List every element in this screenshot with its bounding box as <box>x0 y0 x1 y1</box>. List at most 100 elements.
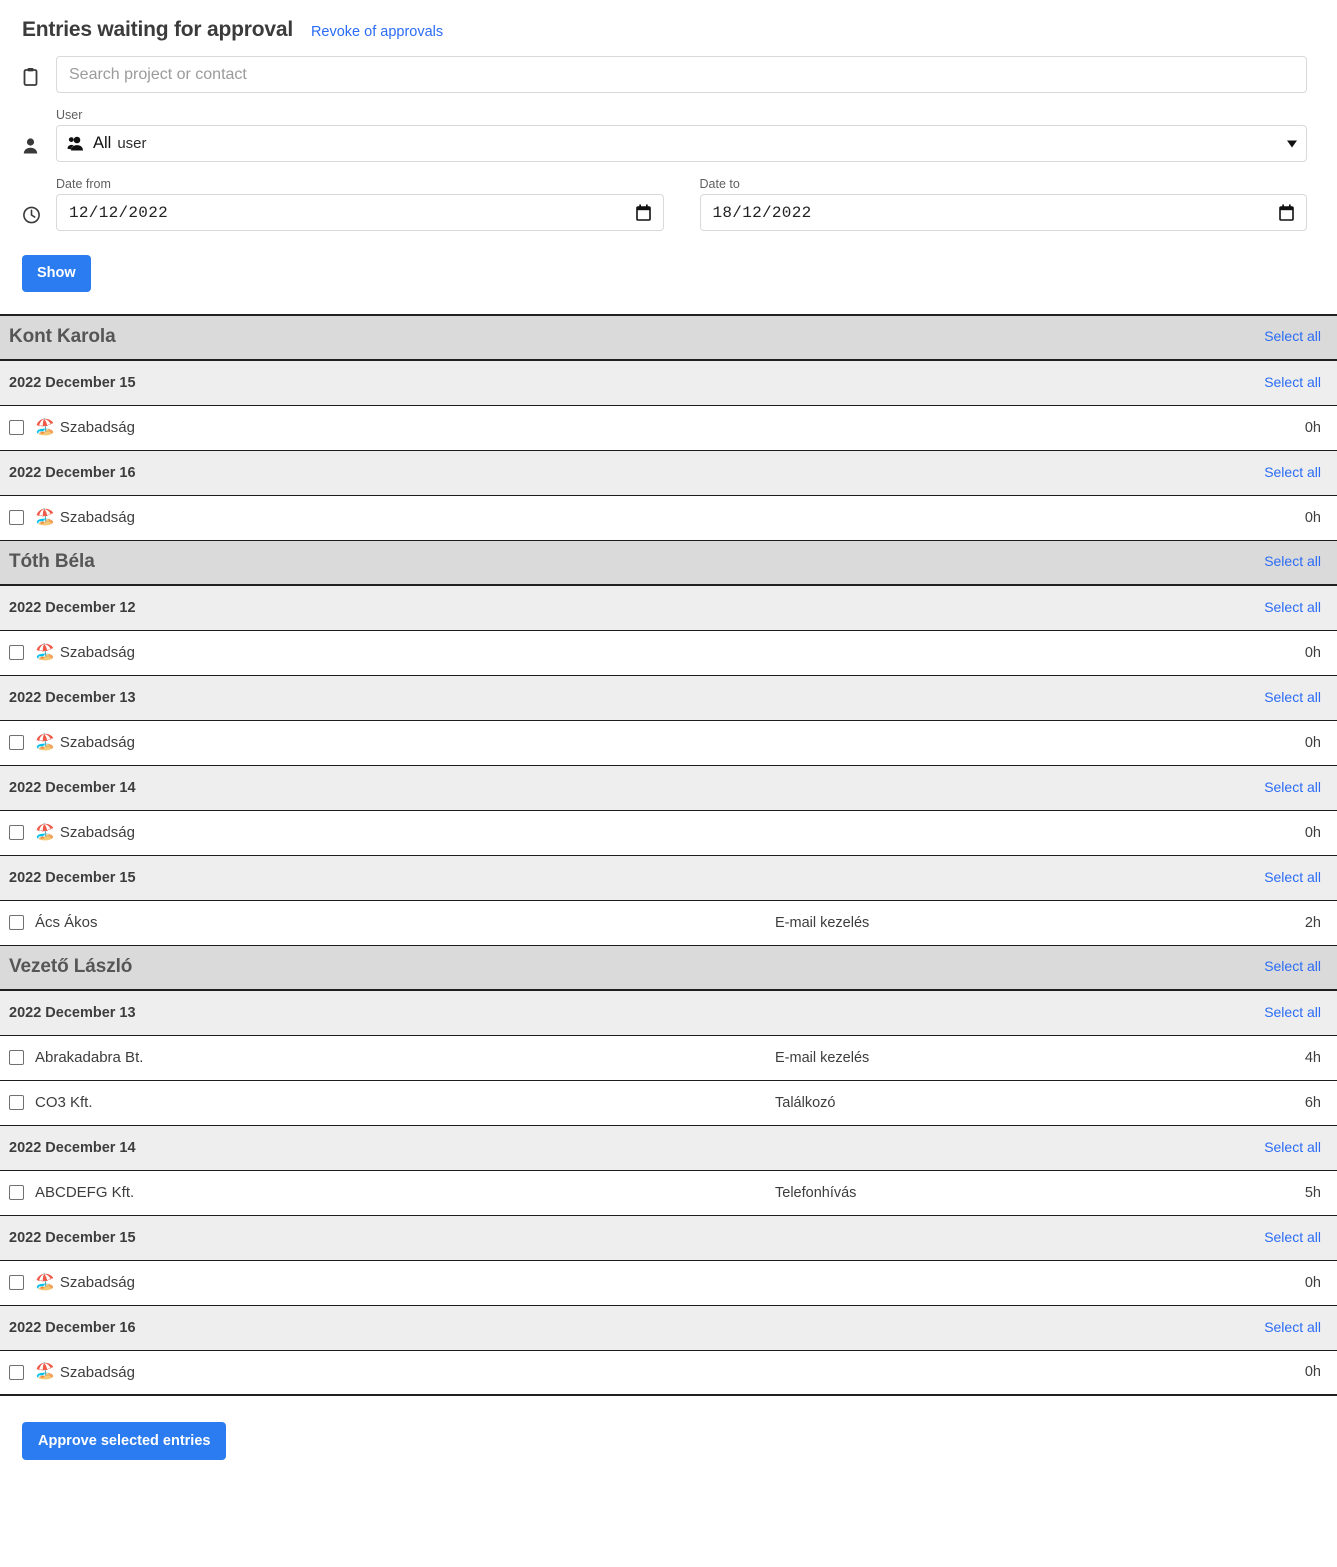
date-from-input[interactable]: 12/12/2022 <box>56 194 664 231</box>
entry-hours: 6h <box>1304 1094 1321 1111</box>
entry-name: ABCDEFG Kft. <box>35 1184 135 1201</box>
date-group-actions: Select all <box>1137 1229 1337 1247</box>
entry-checkbox[interactable] <box>9 420 24 435</box>
entry-row: 🏖️ Szabadság 0h <box>0 405 1337 451</box>
select-all-date-link[interactable]: Select all <box>1264 869 1321 885</box>
entry-name: CO3 Kft. <box>35 1094 93 1111</box>
entry-task-cell: E-mail kezelés <box>775 914 1137 932</box>
user-field-label: User <box>56 108 83 122</box>
approve-selected-entries-button[interactable]: Approve selected entries <box>22 1421 227 1460</box>
select-all-date-link[interactable]: Select all <box>1264 1004 1321 1020</box>
group-user-icon <box>67 135 86 152</box>
entry-row: 🏖️ Szabadság 0h <box>0 810 1337 856</box>
date-group-header: 2022 December 13 Select all <box>0 675 1337 721</box>
entry-checkbox[interactable] <box>9 510 24 525</box>
date-group-header: 2022 December 15 Select all <box>0 1215 1337 1261</box>
select-all-date-link[interactable]: Select all <box>1264 1139 1321 1155</box>
entry-hours-cell: 0h <box>1137 824 1337 842</box>
entry-hours-cell: 0h <box>1137 1274 1337 1292</box>
date-group-label-cell: 2022 December 15 <box>0 1230 775 1246</box>
select-all-date-link[interactable]: Select all <box>1264 599 1321 615</box>
search-input[interactable] <box>56 56 1307 93</box>
select-all-user-link[interactable]: Select all <box>1264 958 1321 974</box>
date-group-label: 2022 December 12 <box>9 599 136 616</box>
entry-checkbox[interactable] <box>9 735 24 750</box>
entry-checkbox[interactable] <box>9 1185 24 1200</box>
entry-hours: 4h <box>1304 1049 1321 1066</box>
date-group-label: 2022 December 15 <box>9 374 136 391</box>
entry-row: 🏖️ Szabadság 0h <box>0 1350 1337 1396</box>
entry-row: CO3 Kft. Találkozó 6h <box>0 1080 1337 1126</box>
date-group-label: 2022 December 14 <box>9 779 136 796</box>
search-filter-row <box>22 56 1307 93</box>
select-all-user-link[interactable]: Select all <box>1264 553 1321 569</box>
select-all-date-link[interactable]: Select all <box>1264 689 1321 705</box>
entry-checkbox[interactable] <box>9 1050 24 1065</box>
user-group-name-cell: Tóth Béla <box>0 551 775 573</box>
entry-row: Abrakadabra Bt. E-mail kezelés 4h <box>0 1035 1337 1081</box>
entry-name-cell: 🏖️ Szabadság <box>0 734 775 751</box>
select-all-date-link[interactable]: Select all <box>1264 1319 1321 1335</box>
select-all-date-link[interactable]: Select all <box>1264 464 1321 480</box>
entry-name-cell: ABCDEFG Kft. <box>0 1184 775 1201</box>
entry-checkbox[interactable] <box>9 825 24 840</box>
select-all-date-link[interactable]: Select all <box>1264 374 1321 390</box>
beach-umbrella-icon: 🏖️ <box>35 1363 55 1380</box>
entry-checkbox[interactable] <box>9 915 24 930</box>
entry-hours: 0h <box>1304 419 1321 436</box>
page-footer: Approve selected entries <box>0 1396 1337 1460</box>
date-group-label: 2022 December 16 <box>9 464 136 481</box>
beach-umbrella-icon: 🏖️ <box>35 643 55 661</box>
entry-name: Szabadság <box>59 1274 135 1291</box>
clock-icon <box>22 205 56 231</box>
entry-task-cell: Telefonhívás <box>775 1184 1137 1202</box>
entry-checkbox[interactable] <box>9 645 24 660</box>
entry-hours: 0h <box>1304 509 1321 526</box>
entry-checkbox[interactable] <box>9 1364 24 1380</box>
revoke-of-approvals-link[interactable]: Revoke of approvals <box>311 24 443 40</box>
entry-hours: 0h <box>1304 734 1321 751</box>
show-button[interactable]: Show <box>22 255 91 292</box>
select-all-user-link[interactable]: Select all <box>1264 328 1321 344</box>
date-group-actions: Select all <box>1137 1319 1337 1337</box>
date-group-label-cell: 2022 December 13 <box>0 690 775 706</box>
user-group-actions: Select all <box>1137 328 1337 346</box>
clipboard-icon <box>22 67 56 93</box>
user-group-header: Tóth Béla Select all <box>0 540 1337 586</box>
calendar-icon[interactable] <box>635 204 651 221</box>
entry-hours: 2h <box>1304 914 1321 931</box>
user-group-name: Vezető László <box>9 956 133 977</box>
date-to-input[interactable]: 18/12/2022 <box>699 194 1307 231</box>
entry-hours-cell: 4h <box>1137 1049 1337 1067</box>
date-from-field: Date from 12/12/2022 <box>56 176 664 231</box>
date-from-value: 12/12/2022 <box>69 203 169 222</box>
chevron-down-icon <box>1287 140 1297 147</box>
date-group-header: 2022 December 14 Select all <box>0 765 1337 811</box>
date-range: Date from 12/12/2022 Date to 18/12/2022 <box>56 176 1307 231</box>
date-group-header: 2022 December 15 Select all <box>0 855 1337 901</box>
entry-name-cell: CO3 Kft. <box>0 1094 775 1111</box>
select-all-date-link[interactable]: Select all <box>1264 779 1321 795</box>
entry-name: Szabadság <box>59 734 135 751</box>
entry-row: 🏖️ Szabadság 0h <box>0 720 1337 766</box>
date-group-label-cell: 2022 December 13 <box>0 1005 775 1021</box>
entry-name: Abrakadabra Bt. <box>35 1049 144 1066</box>
date-group-label: 2022 December 15 <box>9 1229 136 1246</box>
user-select[interactable]: All user <box>56 125 1307 162</box>
approval-entry-list: Kont Karola Select all 2022 December 15 Sel… <box>0 313 1337 1396</box>
entry-hours: 0h <box>1304 1364 1321 1380</box>
entry-name-cell: 🏖️ Szabadság <box>0 1274 775 1291</box>
entry-checkbox[interactable] <box>9 1095 24 1110</box>
entry-task-cell: E-mail kezelés <box>775 1049 1137 1067</box>
entry-name: Szabadság <box>59 509 135 526</box>
select-all-date-link[interactable]: Select all <box>1264 1229 1321 1245</box>
page-header: Entries waiting for approval Revoke of a… <box>0 0 1337 42</box>
user-group-name-cell: Kont Karola <box>0 326 775 348</box>
date-group-actions: Select all <box>1137 779 1337 797</box>
date-group-label-cell: 2022 December 12 <box>0 600 775 616</box>
calendar-icon[interactable] <box>1279 204 1294 221</box>
entry-task: E-mail kezelés <box>775 914 870 931</box>
entry-checkbox[interactable] <box>9 1275 24 1290</box>
date-group-header: 2022 December 16 Select all <box>0 1305 1337 1351</box>
date-group-actions: Select all <box>1137 1004 1337 1022</box>
